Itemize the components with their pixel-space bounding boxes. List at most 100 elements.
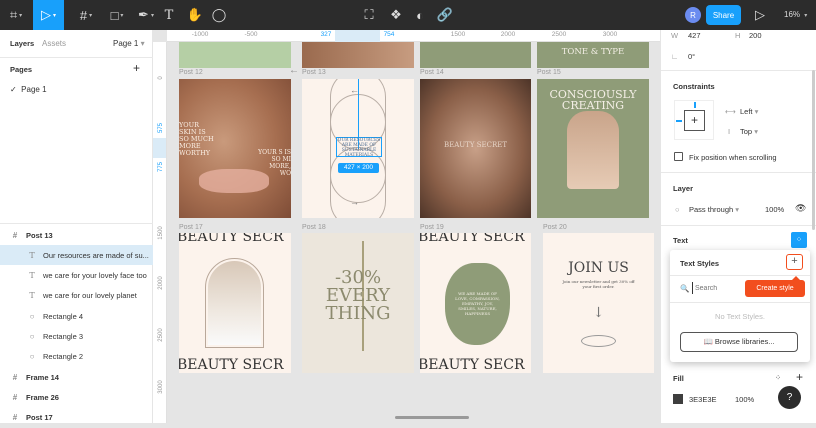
present-button[interactable]: ▷ xyxy=(745,0,775,30)
layer-item[interactable]: ○ Rectangle 3 xyxy=(0,327,153,347)
layer-item[interactable]: # Frame 14 xyxy=(0,367,153,387)
canvas[interactable]: TONE & TYPE Post 12 Post 13 Post 14 Post… xyxy=(167,42,660,423)
page-item-label: Page 1 xyxy=(21,85,47,94)
lips-image xyxy=(199,169,269,193)
layer-item[interactable]: Twe care for your lovely face too xyxy=(0,266,153,286)
frame-post-14[interactable]: BEAUTY SECRET xyxy=(420,79,531,218)
frame-tool-button[interactable]: # ▾ xyxy=(70,0,102,30)
toolbar: ⌗ ▾ ▷ ▾ # ▾ □ ▾ ✒ ▾ T ✋ ◯ ⛶ ❖ ◐ 🔗 R Share ▷ 1… xyxy=(0,0,816,30)
frame-post-17[interactable]: BEAUTY SECR BEAUTY SECR xyxy=(179,233,291,373)
horizontal-scrollbar[interactable] xyxy=(395,416,469,419)
frame-label[interactable]: Post 13 xyxy=(302,69,326,76)
layer-item[interactable]: # Post 17 xyxy=(0,408,153,428)
comment-tool-button[interactable]: ◯ xyxy=(204,0,234,30)
constraints-widget[interactable]: + xyxy=(674,100,714,140)
chevron-down-icon: ▾ xyxy=(754,107,759,116)
frame-label[interactable]: Post 17 xyxy=(179,224,203,231)
selected-text-layer[interactable]: OUR RESOURCES ARE MADE OF SUSTAINABLE MA… xyxy=(336,137,382,158)
add-fill-button[interactable]: + xyxy=(796,370,803,384)
browse-libraries-button[interactable]: 📖 Browse libraries... xyxy=(680,332,798,352)
layer-item[interactable]: # Post 13 xyxy=(0,225,153,245)
frame-post-19[interactable]: BEAUTY SECR WE ARE MADE OF LOVE, COMPASS… xyxy=(420,233,531,373)
frame-post-15[interactable]: CONSCIOUSLY CREATING xyxy=(537,79,649,218)
frame-label[interactable]: Post 18 xyxy=(302,224,326,231)
frame-tone-type[interactable]: TONE & TYPE xyxy=(537,42,649,68)
page-select-value: Page 1 xyxy=(113,39,139,48)
frame-post-12[interactable]: YOUR SKIN IS SO MUCH MORE WORTHY YOUR S … xyxy=(179,79,291,218)
eye-icon[interactable]: 👁 xyxy=(795,203,806,214)
text-icon: T xyxy=(29,271,35,281)
rotation-input[interactable]: 0° xyxy=(688,52,695,61)
frame-partial[interactable] xyxy=(179,42,291,68)
share-button[interactable]: Share xyxy=(706,5,741,25)
layer-opacity-input[interactable]: 100% xyxy=(765,205,784,214)
vertical-scrollbar[interactable] xyxy=(812,70,815,230)
width-input[interactable]: 427 xyxy=(688,31,701,40)
fix-position-checkbox[interactable] xyxy=(674,152,683,161)
fill-styles-icon[interactable]: ⁘ xyxy=(775,373,781,382)
hand-icon: ✋ xyxy=(186,7,204,22)
create-style-button[interactable]: + xyxy=(786,254,803,270)
add-page-button[interactable]: + xyxy=(133,61,140,75)
create-style-tooltip: Create style xyxy=(745,280,805,297)
text-icon: T xyxy=(29,291,35,301)
frame-label[interactable]: Post 19 xyxy=(420,224,444,231)
constraints-title: Constraints xyxy=(673,82,715,91)
fill-opacity-input[interactable]: 100% xyxy=(735,395,754,404)
frame-post-20[interactable]: JOIN US Join our newsletter and get 30% … xyxy=(543,233,654,373)
layer-item[interactable]: Twe care for our lovely planet xyxy=(0,286,153,306)
layer-item-label: Frame 14 xyxy=(26,372,59,382)
layer-item[interactable]: ○ Rectangle 2 xyxy=(0,347,153,367)
ruler-label: 2000 xyxy=(500,31,516,38)
page-select[interactable]: Page 1 ▾ xyxy=(113,39,145,48)
post15-text: CONSCIOUSLY CREATING xyxy=(549,88,637,112)
frame-post-18[interactable]: -30% EVERY THING xyxy=(302,233,414,373)
fill-color-swatch[interactable] xyxy=(673,394,683,404)
text-styles-popup: Text Styles + 🔍 Create style No Text Sty… xyxy=(670,250,810,362)
component-icon: ❖ xyxy=(390,7,402,22)
ruler-label: 754 xyxy=(383,31,395,38)
move-tool-button[interactable]: ▷ ▾ xyxy=(33,0,64,30)
avatar[interactable]: R xyxy=(685,7,701,23)
text-styles-button[interactable]: ⁘ xyxy=(791,232,807,248)
help-button[interactable]: ? xyxy=(778,386,801,409)
layer-item[interactable]: T Our resources are made of su... xyxy=(0,245,153,266)
ruler-label: 2000 xyxy=(158,276,164,290)
constraint-left[interactable] xyxy=(676,120,682,122)
link-button[interactable]: 🔗 xyxy=(430,0,460,30)
ruler-label: 3000 xyxy=(158,380,164,394)
vertical-constraint-select[interactable]: Top ▾ xyxy=(740,127,758,136)
size-badge: 427 × 200 xyxy=(338,163,379,173)
frame-label[interactable]: Post 20 xyxy=(543,224,567,231)
tab-assets[interactable]: Assets xyxy=(42,39,66,48)
zoom-dropdown[interactable]: 16% ▾ xyxy=(784,10,807,19)
frame-icon: # xyxy=(12,392,18,402)
constraint-top[interactable] xyxy=(694,102,696,108)
frame-icon: # xyxy=(12,413,18,423)
check-icon: ✓ xyxy=(10,85,17,94)
frame-label[interactable]: Post 12 xyxy=(179,69,203,76)
layer-item[interactable]: ○ Rectangle 4 xyxy=(0,306,153,326)
ellipse-icon: ○ xyxy=(29,332,35,341)
frame-partial[interactable] xyxy=(302,42,414,68)
join-us-body: Join our newsletter and get 30% off your… xyxy=(562,279,635,289)
tab-layers[interactable]: Layers xyxy=(10,39,34,48)
post17-title: BEAUTY SECR xyxy=(179,233,284,245)
frame-label[interactable]: Post 15 xyxy=(537,69,561,76)
height-input[interactable]: 200 xyxy=(749,31,762,40)
frame-partial[interactable] xyxy=(420,42,531,68)
style-search-input[interactable] xyxy=(692,282,742,294)
frame-label[interactable]: Post 14 xyxy=(420,69,444,76)
fill-hex-input[interactable]: 3E3E3E xyxy=(689,395,717,404)
figma-menu-button[interactable]: ⌗ ▾ xyxy=(0,0,32,30)
blend-mode-select[interactable]: Pass through ▾ xyxy=(689,205,739,214)
shape-tool-button[interactable]: □ ▾ xyxy=(101,0,133,30)
pages-title: Pages xyxy=(10,65,33,74)
horizontal-constraint-select[interactable]: Left ▾ xyxy=(740,107,758,116)
chevron-down-icon: ▾ xyxy=(120,12,124,19)
ruler-selection-highlight xyxy=(335,30,380,42)
frame-post-13[interactable]: ← → OUR RESOURCES ARE MADE OF SUSTAINABL… xyxy=(302,79,414,218)
layer-item[interactable]: # Frame 26 xyxy=(0,387,153,407)
crop-button[interactable]: ⛶ xyxy=(354,0,384,30)
page-item[interactable]: ✓ Page 1 xyxy=(10,85,47,94)
